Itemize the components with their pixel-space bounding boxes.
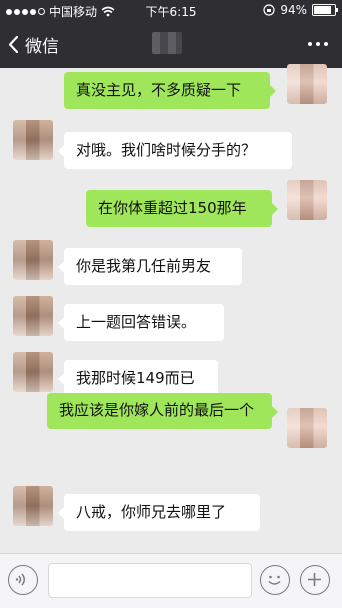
input-bar — [0, 553, 342, 608]
message-bubble[interactable]: 真没主见，不多质疑一下 — [64, 72, 276, 109]
avatar[interactable] — [13, 352, 53, 392]
battery-fill — [314, 6, 331, 14]
avatar[interactable] — [287, 408, 327, 448]
status-right: 94% — [263, 3, 338, 17]
message-bubble[interactable]: 八戒，你师兄去哪里了 — [58, 494, 260, 531]
message-bubble[interactable]: 上一题回答错误。 — [58, 304, 224, 341]
plus-button[interactable] — [300, 565, 330, 595]
battery-icon — [312, 4, 338, 16]
chat-title-pixelated — [152, 32, 182, 54]
more-icon[interactable] — [308, 42, 328, 46]
avatar[interactable] — [13, 120, 53, 160]
battery-percent: 94% — [280, 3, 307, 17]
back-label: 微信 — [25, 37, 59, 57]
plus-icon — [308, 573, 321, 586]
back-button[interactable]: 微信 — [8, 32, 59, 57]
voice-icon — [15, 573, 25, 586]
avatar[interactable] — [287, 64, 327, 104]
message-bubble[interactable]: 我应该是你嫁人前的最后一个 — [47, 393, 278, 429]
message-bubble[interactable]: 我那时候149而已 — [58, 360, 218, 397]
emoji-icon — [268, 575, 281, 585]
lock-rotation-icon — [263, 4, 275, 16]
voice-button[interactable] — [8, 565, 38, 595]
avatar[interactable] — [287, 180, 327, 220]
status-bar: 中国移动 下午6:15 94% — [0, 0, 342, 20]
nav-bar: 微信 — [0, 20, 342, 68]
message-bubble[interactable]: 对哦。我们啥时候分手的？ — [58, 132, 292, 169]
message-bubble[interactable]: 你是我第几任前男友 — [58, 248, 242, 285]
message-input[interactable] — [48, 563, 252, 598]
back-chevron-icon — [8, 35, 19, 54]
avatar[interactable] — [13, 486, 53, 526]
message-bubble[interactable]: 在你体重超过150那年 — [86, 190, 278, 227]
avatar[interactable] — [13, 296, 53, 336]
emoji-button[interactable] — [260, 565, 290, 595]
avatar[interactable] — [13, 240, 53, 280]
